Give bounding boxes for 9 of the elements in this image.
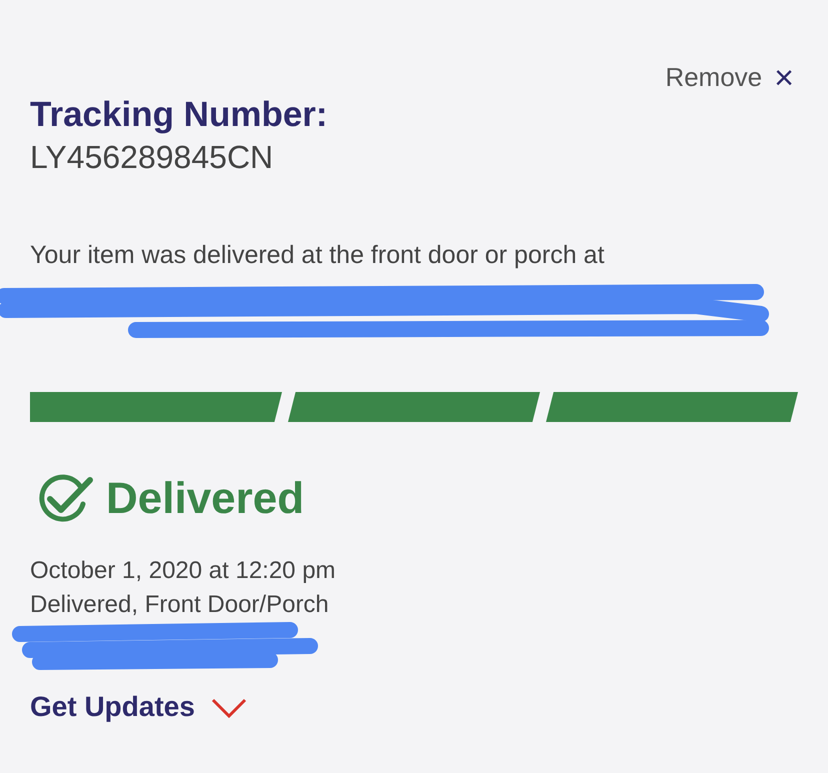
get-updates-button[interactable]: Get Updates [30, 686, 247, 728]
status-title: Delivered [106, 473, 304, 526]
close-icon: × [774, 60, 794, 94]
status-date: October 1, 2020 at 12:20 pm [30, 556, 337, 586]
status-detail: Delivered, Front Door/Porch [30, 590, 330, 620]
delivery-message: Your item was delivered at the front door or porch at [30, 240, 606, 271]
tracking-label: Tracking Number: [30, 94, 329, 136]
tracking-number: LY456289845CN [30, 138, 274, 177]
remove-button[interactable]: Remove × [665, 58, 794, 97]
